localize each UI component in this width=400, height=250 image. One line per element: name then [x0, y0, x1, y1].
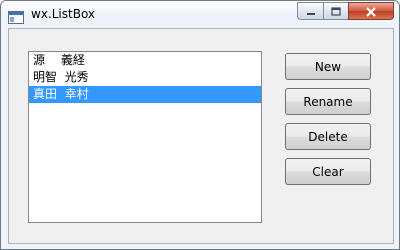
- maximize-icon: [331, 2, 341, 21]
- window-title: wx.ListBox: [31, 7, 96, 21]
- client-area: 源 義経 明智 光秀 真田 幸村 New Rename Delete Clear: [8, 28, 394, 244]
- rename-button[interactable]: Rename: [285, 88, 371, 115]
- close-button[interactable]: [348, 2, 394, 20]
- app-window: wx.ListBox 源 義経 明智 光秀 真田 幸村 New Rename D…: [0, 0, 400, 250]
- maximize-button[interactable]: [323, 2, 348, 20]
- title-bar[interactable]: wx.ListBox: [1, 1, 399, 27]
- list-item[interactable]: 明智 光秀: [29, 69, 261, 86]
- new-button[interactable]: New: [285, 53, 371, 80]
- list-item-selected[interactable]: 真田 幸村: [29, 86, 261, 103]
- close-icon: [365, 2, 377, 21]
- caption-buttons: [297, 2, 394, 21]
- app-window-icon: [8, 9, 24, 24]
- list-item[interactable]: 源 義経: [29, 52, 261, 69]
- name-listbox[interactable]: 源 義経 明智 光秀 真田 幸村: [28, 51, 262, 223]
- minimize-icon: [306, 2, 316, 21]
- minimize-button[interactable]: [297, 2, 323, 20]
- clear-button[interactable]: Clear: [285, 158, 371, 185]
- delete-button[interactable]: Delete: [285, 123, 371, 150]
